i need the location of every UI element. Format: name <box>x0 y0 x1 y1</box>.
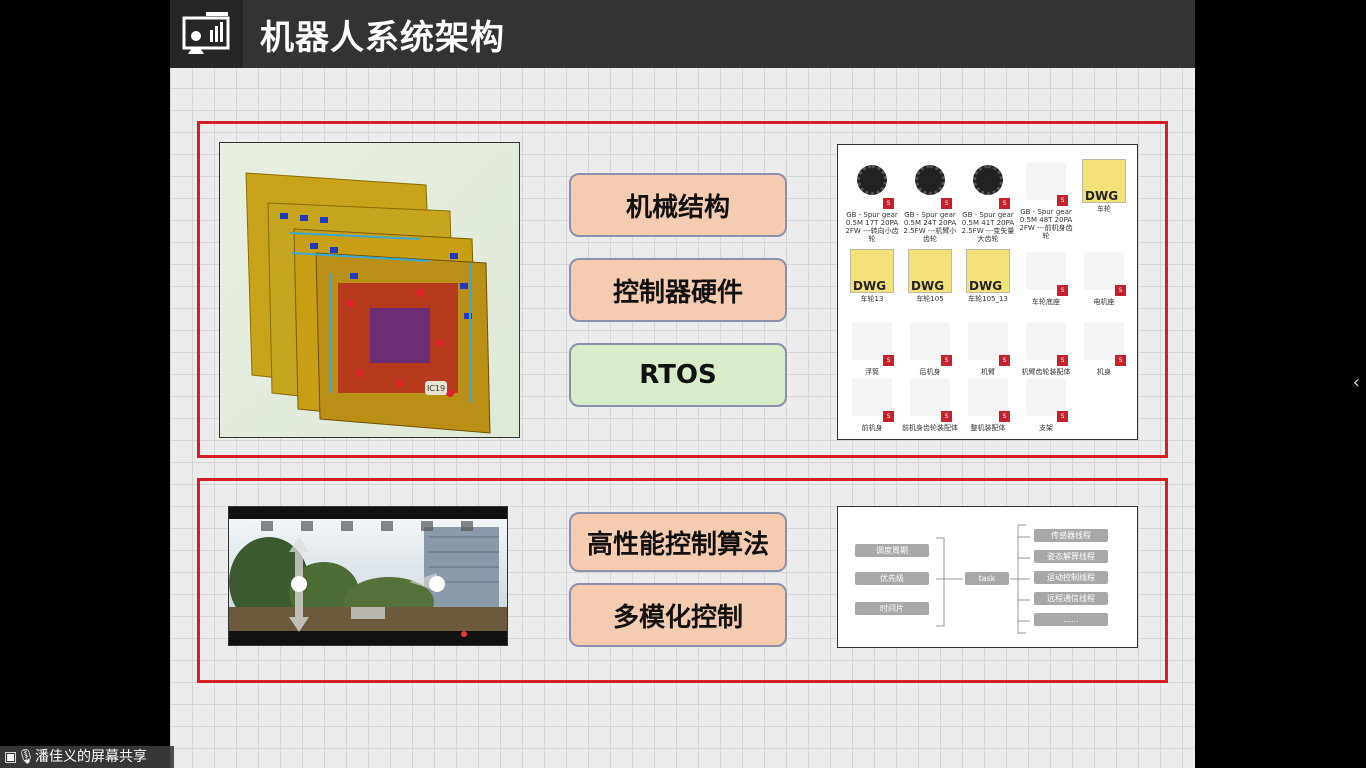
cad-file-label: 支架 <box>1039 424 1053 432</box>
pcb-image: IC19 <box>219 142 520 438</box>
cad-file-item[interactable]: S 支架 <box>1018 375 1074 432</box>
gear-part-icon: S <box>966 165 1010 209</box>
gear-part-icon: S <box>908 165 952 209</box>
cad-file-label: 电机座 <box>1093 298 1115 306</box>
flow-node-more: ...... <box>1034 613 1108 626</box>
cad-file-item[interactable]: DWG 车轮105_13 <box>960 249 1016 303</box>
cad-file-label: 机身 <box>1097 368 1111 376</box>
cad-file-browser: S GB - Spur gear 0.5M 17T 20PA 2FW ---转向小… <box>837 144 1138 440</box>
screen-share-label: ▣🎙潘佳义的屏幕共享 <box>0 746 174 768</box>
solidworks-part-icon: S <box>1024 252 1068 296</box>
cad-file-item[interactable]: S 整机装配体 <box>960 375 1016 432</box>
pill-control-algorithm: 高性能控制算法 <box>569 512 787 572</box>
cad-file-item[interactable]: S GB - Spur gear 0.5M 48T 20PA 2FW ---前机身… <box>1018 159 1074 240</box>
pill-multimodal-control: 多模化控制 <box>569 583 787 647</box>
flow-node-priority: 优先级 <box>855 572 929 585</box>
flow-node-comm-thread: 远程通信线程 <box>1034 592 1108 605</box>
cad-file-label: GB - Spur gear 0.5M 17T 20PA 2FW ---转向小齿… <box>845 211 899 243</box>
screen-share-text: 潘佳义的屏幕共享 <box>35 749 148 765</box>
slide-title: 机器人系统架构 <box>260 18 505 58</box>
solidworks-part-icon: S <box>1024 162 1068 206</box>
cad-file-label: 车轮13 <box>860 295 884 303</box>
cad-file-label: 车轮105 <box>916 295 944 303</box>
screen-share-icon: ▣🎙 <box>4 749 36 765</box>
solidworks-part-icon: S <box>1024 322 1068 366</box>
solidworks-part-icon: S <box>966 322 1010 366</box>
cad-file-item[interactable]: S 后机身 <box>902 319 958 376</box>
solidworks-part-icon: S <box>1024 378 1068 422</box>
solidworks-part-icon: S <box>1082 252 1126 296</box>
flow-node-task: task <box>965 572 1009 585</box>
thread-flow-diagram: 调度周期 优先级 时间片 task 传感器线程 姿态解算线程 运动控制线程 远程… <box>837 506 1138 648</box>
solidworks-part-icon: S <box>966 378 1010 422</box>
cad-file-label: GB - Spur gear 0.5M 24T 20PA 2.5FW ---机臂… <box>903 211 957 243</box>
control-app-screenshot <box>228 506 508 646</box>
solidworks-part-icon: S <box>850 378 894 422</box>
flow-node-sensor-thread: 传感器线程 <box>1034 529 1108 542</box>
cad-file-label: 车轮底座 <box>1032 298 1060 306</box>
dwg-file-icon: DWG <box>1082 159 1126 203</box>
flow-node-schedule-period: 调度周期 <box>855 544 929 557</box>
cad-file-item[interactable]: S 机臂齿轮装配体 <box>1018 319 1074 376</box>
presentation-icon <box>170 0 243 68</box>
pill-controller-hardware: 控制器硬件 <box>569 258 787 322</box>
flow-node-motion-thread: 运动控制线程 <box>1034 571 1108 584</box>
cad-file-item[interactable]: S 浮筒 <box>844 319 900 376</box>
cad-file-item[interactable]: S 机身 <box>1076 319 1132 376</box>
pcb-chip-label: IC19 <box>427 384 445 393</box>
title-bar: 机器人系统架构 <box>170 0 1195 68</box>
cad-file-item[interactable]: S GB - Spur gear 0.5M 41T 20PA 2.5FW ---变… <box>960 159 1016 243</box>
cad-file-label: 车轮 <box>1097 205 1111 213</box>
cad-file-item[interactable]: S 前机身齿轮装配体 <box>902 375 958 432</box>
pill-mechanical: 机械结构 <box>569 173 787 237</box>
pill-rtos: RTOS <box>569 343 787 407</box>
dwg-file-icon: DWG <box>966 249 1010 293</box>
cad-file-label: 车轮105_13 <box>968 295 1008 303</box>
flow-node-time-slice: 时间片 <box>855 602 929 615</box>
cad-file-label: 前机身齿轮装配体 <box>902 424 958 432</box>
cad-file-item[interactable]: DWG 车轮 <box>1076 159 1132 213</box>
solidworks-part-icon: S <box>850 322 894 366</box>
gear-part-icon: S <box>850 165 894 209</box>
solidworks-part-icon: S <box>908 322 952 366</box>
dwg-file-icon: DWG <box>908 249 952 293</box>
solidworks-part-icon: S <box>908 378 952 422</box>
cad-file-item[interactable]: S GB - Spur gear 0.5M 17T 20PA 2FW ---转向小… <box>844 159 900 243</box>
flow-node-attitude-thread: 姿态解算线程 <box>1034 550 1108 563</box>
cad-file-item[interactable]: DWG 车轮13 <box>844 249 900 303</box>
cad-file-item[interactable]: S GB - Spur gear 0.5M 24T 20PA 2.5FW ---机… <box>902 159 958 243</box>
dwg-file-icon: DWG <box>850 249 894 293</box>
chevron-left-icon[interactable]: ‹ <box>1353 372 1360 393</box>
cad-file-item[interactable]: S 前机身 <box>844 375 900 432</box>
cad-file-label: GB - Spur gear 0.5M 41T 20PA 2.5FW ---变矢… <box>961 211 1015 243</box>
solidworks-part-icon: S <box>1082 322 1126 366</box>
cad-file-label: 整机装配体 <box>970 424 1006 432</box>
cad-file-label: GB - Spur gear 0.5M 48T 20PA 2FW ---前机身齿… <box>1019 208 1073 240</box>
cad-file-item[interactable]: S 电机座 <box>1076 249 1132 306</box>
presentation-slide: 机器人系统架构 IC19 机械结构 控制器硬件 RTOS S GB - Spur… <box>170 0 1195 768</box>
cad-file-item[interactable]: S 车轮底座 <box>1018 249 1074 306</box>
cad-file-item[interactable]: S 机臂 <box>960 319 1016 376</box>
cad-file-item[interactable]: DWG 车轮105 <box>902 249 958 303</box>
cad-file-label: 前机身 <box>861 424 883 432</box>
